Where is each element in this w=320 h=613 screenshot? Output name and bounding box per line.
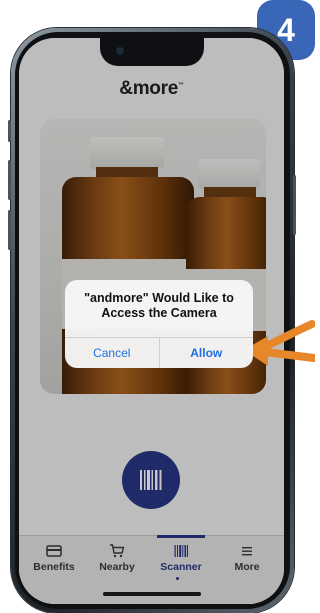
app-logo: &more™: [119, 78, 184, 99]
alert-title: "andmore" Would Like to Access the Camer…: [84, 291, 234, 320]
notch: [100, 38, 204, 66]
volume-down-button: [8, 210, 11, 250]
allow-button[interactable]: Allow: [158, 338, 254, 368]
power-button: [293, 175, 296, 235]
cancel-button[interactable]: Cancel: [65, 338, 159, 368]
volume-up-button: [8, 160, 11, 200]
camera-permission-alert: "andmore" Would Like to Access the Camer…: [65, 280, 253, 368]
phone-screen: &more™ Benefits Nearby Scanner More "and…: [19, 38, 284, 604]
mute-switch: [8, 120, 11, 142]
